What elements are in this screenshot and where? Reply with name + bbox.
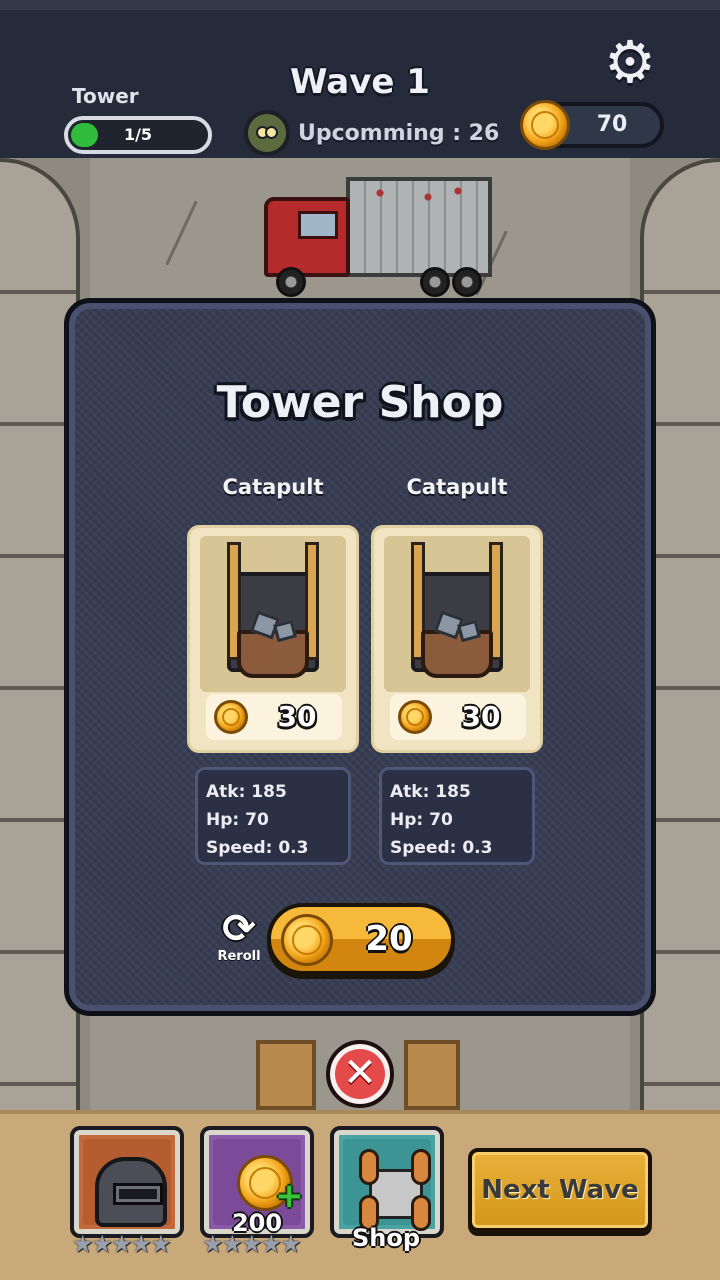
- reroll-label: Reroll: [217, 949, 261, 964]
- hero-stars: ★★★★★: [72, 1230, 172, 1258]
- stat-hp: Hp: 70: [390, 810, 453, 830]
- tower-progress-bar: 1/5: [64, 116, 212, 154]
- reroll-control[interactable]: ⟳ Reroll: [215, 909, 263, 964]
- coin-icon: [520, 100, 570, 150]
- catapult-shop-icon: [359, 1149, 433, 1233]
- shop-item-card[interactable]: 30: [371, 525, 543, 753]
- top-hud: Tower 1/5 Wave 1 Upcomming : 26 ⚙ 70: [0, 0, 720, 158]
- tower-label: Tower: [72, 84, 139, 108]
- shop-label: Shop: [351, 1224, 421, 1252]
- coin-icon: [398, 700, 432, 734]
- truck-cab: [264, 197, 350, 277]
- reroll-button[interactable]: 20: [267, 903, 455, 975]
- shop-item-price: 30: [390, 694, 526, 740]
- truck-wheel: [452, 267, 482, 297]
- stat-hp: Hp: 70: [206, 810, 269, 830]
- zombie-head-icon: [244, 110, 290, 156]
- shop-item-card[interactable]: 30: [187, 525, 359, 753]
- coin-balance-value: 70: [596, 112, 628, 137]
- shop-item-price-value: 30: [277, 700, 317, 733]
- tower-progress-text: 1/5: [123, 125, 153, 144]
- reroll-cost: 20: [365, 919, 413, 959]
- gear-icon[interactable]: ⚙: [602, 33, 658, 91]
- coin-balance: 70: [520, 100, 664, 150]
- stat-attack: Atk: 185: [206, 782, 287, 802]
- shop-slot[interactable]: [330, 1126, 444, 1238]
- close-icon[interactable]: ✕: [326, 1040, 394, 1108]
- catapult-image: [200, 536, 346, 692]
- truck-wheel: [276, 267, 306, 297]
- truck-container: [346, 177, 492, 277]
- wooden-crate: [256, 1040, 316, 1110]
- shop-title: Tower Shop: [216, 377, 504, 428]
- wave-title: Wave 1: [290, 62, 430, 102]
- enemy-truck: [264, 165, 494, 297]
- truck-wheel: [420, 267, 450, 297]
- catapult-image: [384, 536, 530, 692]
- helmet-icon: [95, 1157, 167, 1227]
- shop-item-name: Catapult: [406, 475, 508, 499]
- refresh-icon[interactable]: ⟳: [215, 909, 263, 949]
- shop-item-price: 30: [206, 694, 342, 740]
- coin-icon: [214, 700, 248, 734]
- next-wave-button[interactable]: Next Wave: [468, 1148, 652, 1232]
- stat-speed: Speed: 0.3: [390, 838, 493, 858]
- wooden-crate: [404, 1040, 460, 1110]
- shop-item-stats: Atk: 185 Hp: 70 Speed: 0.3: [379, 767, 535, 865]
- plus-icon: +: [275, 1176, 304, 1216]
- catapult-icon: [407, 542, 507, 692]
- shop-item-price-value: 30: [461, 700, 501, 733]
- hero-slot[interactable]: [70, 1126, 184, 1238]
- coin-icon: [281, 914, 333, 966]
- upcoming-enemies: Upcomming : 26: [244, 110, 499, 156]
- coin-bonus-stars: ★★★★★: [202, 1230, 302, 1258]
- shop-item-name: Catapult: [222, 475, 324, 499]
- shop-item-stats: Atk: 185 Hp: 70 Speed: 0.3: [195, 767, 351, 865]
- tower-shop-dialog: Tower Shop Catapult 30 Atk: 185 Hp: 70 S…: [64, 298, 656, 1016]
- stat-attack: Atk: 185: [390, 782, 471, 802]
- stat-speed: Speed: 0.3: [206, 838, 309, 858]
- road-crack: [165, 200, 198, 266]
- catapult-icon: [223, 542, 323, 692]
- coin-bonus-slot[interactable]: + 200: [200, 1126, 314, 1238]
- upcoming-text: Upcomming : 26: [298, 120, 500, 146]
